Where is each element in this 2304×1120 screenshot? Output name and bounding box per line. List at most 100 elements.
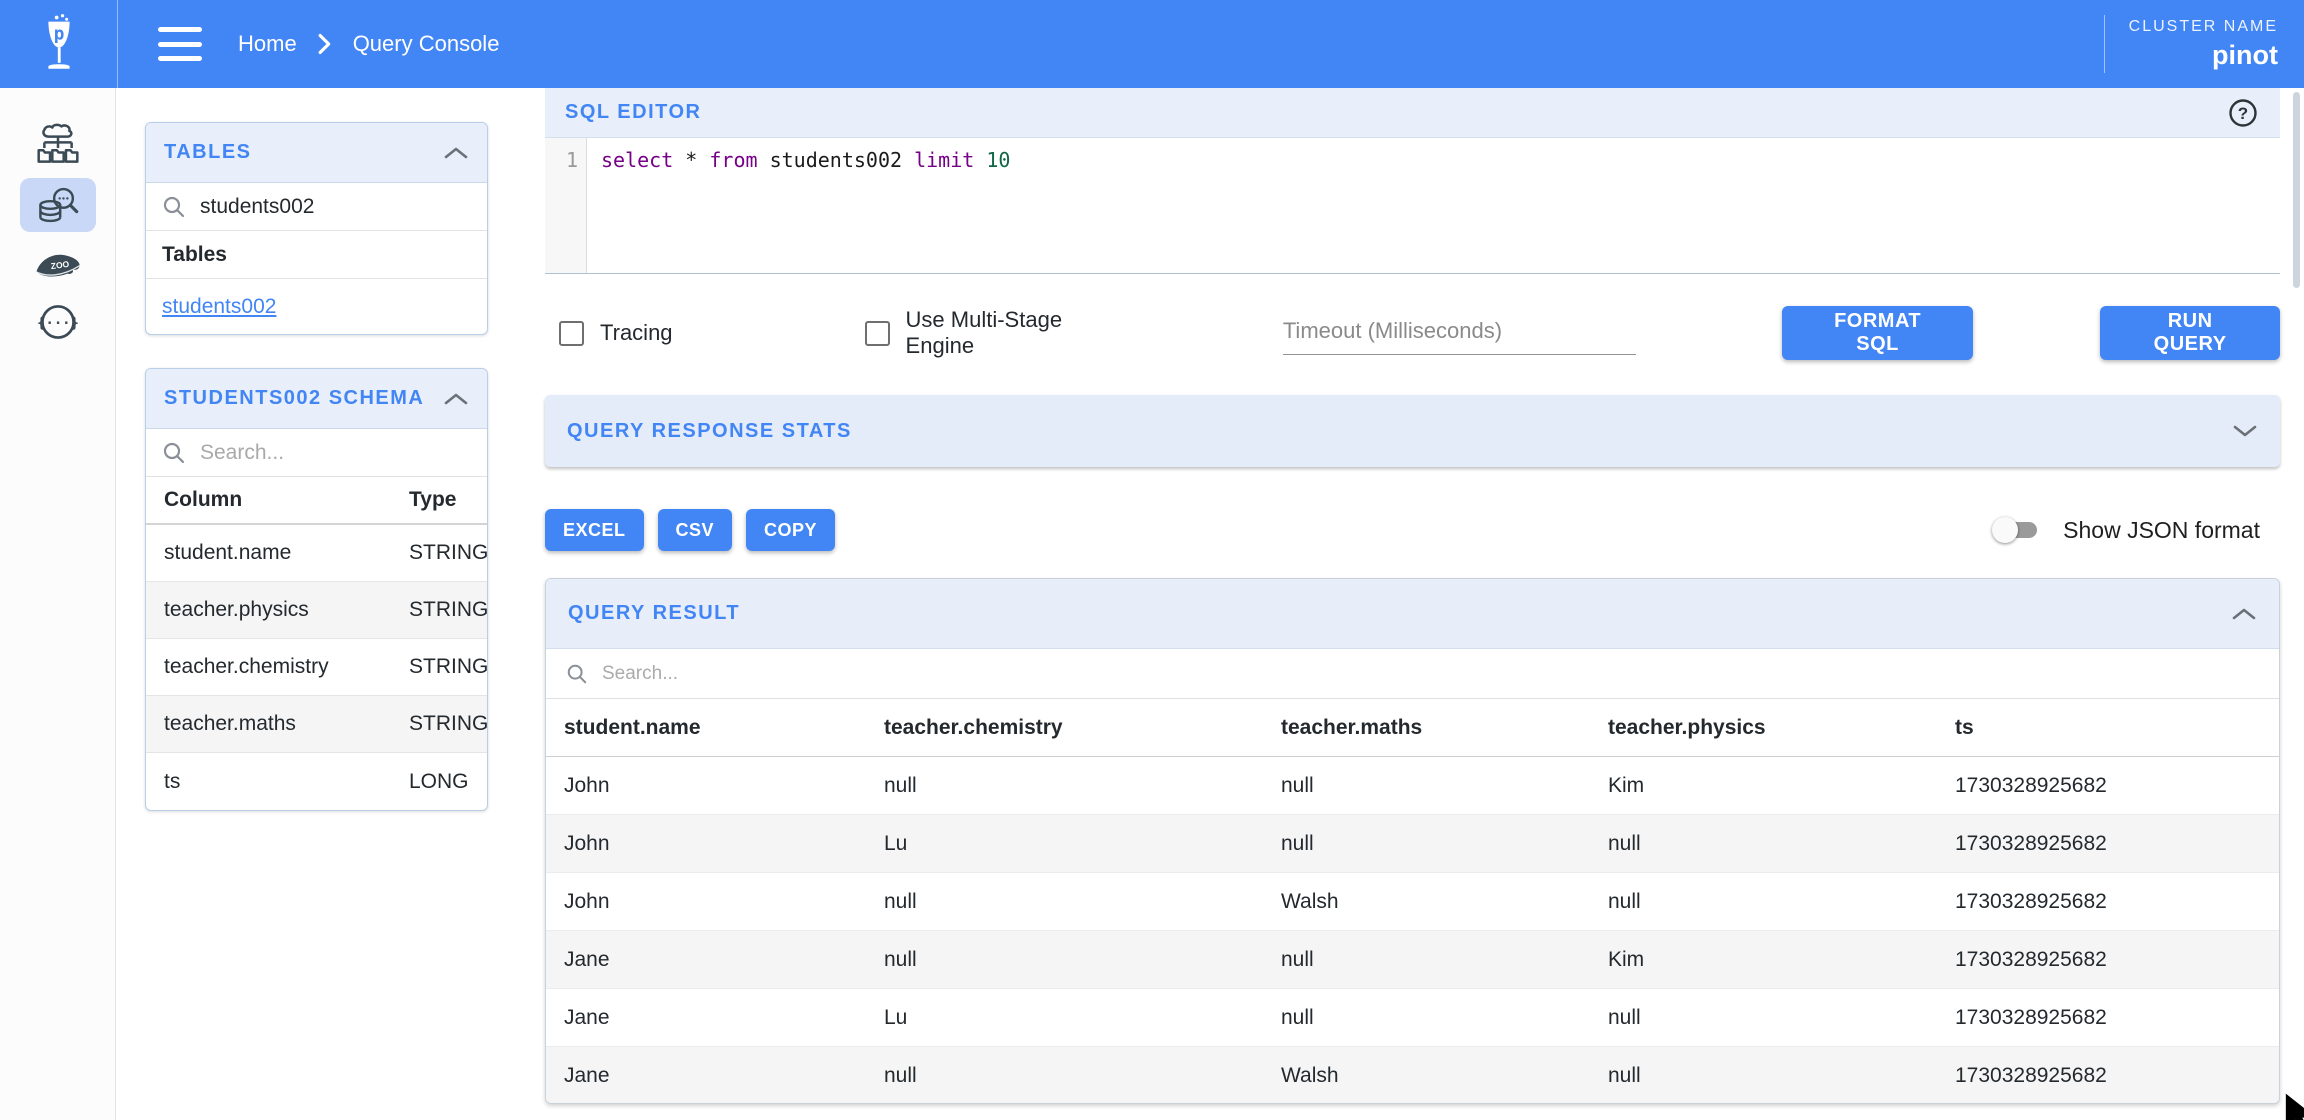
result-col-header[interactable]: teacher.chemistry	[884, 716, 1281, 740]
cluster-name-label: CLUSTER NAME	[2129, 18, 2278, 36]
result-cell: null	[884, 890, 1281, 914]
sql-token: limit	[914, 148, 974, 172]
sidebar-item-zookeeper[interactable]: ZOO	[20, 237, 96, 291]
result-cell: null	[884, 948, 1281, 972]
tracing-label: Tracing	[600, 320, 673, 346]
result-table-row: Jane null Walsh null 1730328925682	[546, 1047, 2279, 1104]
run-query-button[interactable]: RUN QUERY	[2100, 306, 2280, 360]
menu-hamburger-icon[interactable]	[158, 27, 202, 61]
help-question-icon: ?	[2226, 96, 2260, 130]
result-collapse-button[interactable]	[2231, 606, 2257, 622]
result-table-row: John null Walsh null 1730328925682	[546, 873, 2279, 931]
cluster-manager-icon	[35, 123, 81, 173]
result-cell: null	[1608, 832, 1955, 856]
schema-row[interactable]: teacher.chemistry STRING	[146, 639, 487, 696]
sql-token: select	[601, 148, 673, 172]
query-controls-row: Tracing Use Multi-Stage Engine FORMAT SQ…	[545, 298, 2280, 368]
excel-button[interactable]: EXCEL	[545, 509, 644, 551]
sidebar-item-query-console[interactable]	[20, 178, 96, 232]
sql-editor-title: SQL EDITOR	[565, 101, 702, 124]
chevron-down-icon	[2232, 423, 2258, 439]
export-row: EXCEL CSV COPY Show JSON format	[545, 508, 2280, 552]
sql-code-editor: 1 select * from students002 limit 10	[545, 138, 2280, 274]
schema-row[interactable]: teacher.maths STRING	[146, 696, 487, 753]
query-result-panel: QUERY RESULT student.name teacher.chemis…	[545, 578, 2280, 1104]
result-cell: null	[884, 774, 1281, 798]
show-json-label: Show JSON format	[2063, 517, 2260, 544]
result-cell: Walsh	[1281, 1064, 1608, 1088]
result-col-header[interactable]: ts	[1955, 716, 2279, 740]
result-cell: Kim	[1608, 948, 1955, 972]
left-panel-column: TABLES Tables students002 STU	[117, 88, 545, 1120]
result-cell: null	[1608, 1064, 1955, 1088]
sql-code-line[interactable]: select * from students002 limit 10	[587, 138, 2280, 273]
table-link-students002[interactable]: students002	[162, 295, 276, 319]
result-cell: null	[1281, 1006, 1608, 1030]
chevron-up-icon	[443, 145, 469, 161]
sql-token: students002	[758, 148, 915, 172]
schema-row[interactable]: ts LONG	[146, 753, 487, 810]
result-search-input[interactable]	[600, 662, 2259, 686]
timeout-input[interactable]	[1283, 312, 1636, 355]
tracing-checkbox[interactable]	[559, 321, 584, 346]
result-cell: null	[1281, 948, 1608, 972]
schema-row[interactable]: teacher.physics STRING	[146, 582, 487, 639]
sql-token: *	[673, 148, 709, 172]
vertical-scrollbar[interactable]	[2293, 92, 2300, 288]
json-format-toggle-group: Show JSON format	[1995, 517, 2280, 544]
result-cell: null	[1608, 1006, 1955, 1030]
result-table-row: Jane null null Kim 1730328925682	[546, 931, 2279, 989]
sql-token: from	[709, 148, 757, 172]
chevron-up-icon	[443, 391, 469, 407]
schema-table-header: Column Type	[146, 477, 487, 525]
schema-column-header: Column	[164, 488, 409, 512]
format-sql-button[interactable]: FORMAT SQL	[1782, 306, 1973, 360]
sql-token: 10	[974, 148, 1010, 172]
result-cell: 1730328925682	[1955, 832, 2279, 856]
tables-collapse-button[interactable]	[443, 145, 469, 161]
breadcrumb-current: Query Console	[353, 31, 500, 57]
help-button[interactable]: ?	[2226, 96, 2260, 130]
multistage-label: Use Multi-Stage Engine	[906, 307, 1128, 359]
result-col-header[interactable]: student.name	[564, 716, 884, 740]
copy-button[interactable]: COPY	[746, 509, 835, 551]
result-cell: John	[564, 774, 884, 798]
show-json-toggle[interactable]	[1995, 522, 2037, 538]
icon-sidebar: ZOO {···}	[0, 88, 116, 1120]
multistage-checkbox[interactable]	[865, 321, 890, 346]
schema-column-type: STRING	[409, 712, 488, 736]
tables-panel-header: TABLES	[146, 123, 487, 183]
schema-panel-title: STUDENTS002 SCHEMA	[164, 387, 424, 410]
result-cell: 1730328925682	[1955, 774, 2279, 798]
pinot-logo[interactable]: p	[0, 0, 118, 88]
schema-panel-header: STUDENTS002 SCHEMA	[146, 369, 487, 429]
result-cell: Jane	[564, 948, 884, 972]
schema-search-input[interactable]	[198, 440, 471, 466]
sidebar-item-swagger-api[interactable]: {···}	[20, 295, 96, 349]
result-table-row: Jane Lu null null 1730328925682	[546, 989, 2279, 1047]
result-cell: 1730328925682	[1955, 890, 2279, 914]
tables-panel: TABLES Tables students002	[145, 122, 488, 335]
breadcrumb-home[interactable]: Home	[238, 31, 297, 57]
result-col-header[interactable]: teacher.maths	[1281, 716, 1608, 740]
query-response-stats-bar[interactable]: QUERY RESPONSE STATS	[545, 395, 2280, 467]
mouse-cursor	[2282, 1091, 2304, 1120]
schema-type-header: Type	[409, 488, 487, 512]
schema-column-type: STRING	[409, 598, 488, 622]
search-icon	[162, 195, 186, 219]
chevron-right-icon	[317, 33, 333, 55]
schema-column-name: teacher.chemistry	[164, 655, 409, 679]
tables-search-input[interactable]	[198, 194, 471, 220]
result-col-header[interactable]: teacher.physics	[1608, 716, 1955, 740]
sidebar-item-cluster-manager[interactable]	[20, 121, 96, 175]
result-cell: Jane	[564, 1064, 884, 1088]
top-app-bar: p Home Query Console CLUSTER NAME pinot	[0, 0, 2304, 88]
result-table-row: John Lu null null 1730328925682	[546, 815, 2279, 873]
query-response-stats-title: QUERY RESPONSE STATS	[567, 420, 852, 443]
schema-collapse-button[interactable]	[443, 391, 469, 407]
divider	[2104, 15, 2105, 73]
schema-row[interactable]: student.name STRING	[146, 525, 487, 582]
csv-button[interactable]: CSV	[658, 509, 733, 551]
schema-column-type: STRING	[409, 541, 488, 565]
timeout-field-wrap	[1283, 312, 1636, 355]
